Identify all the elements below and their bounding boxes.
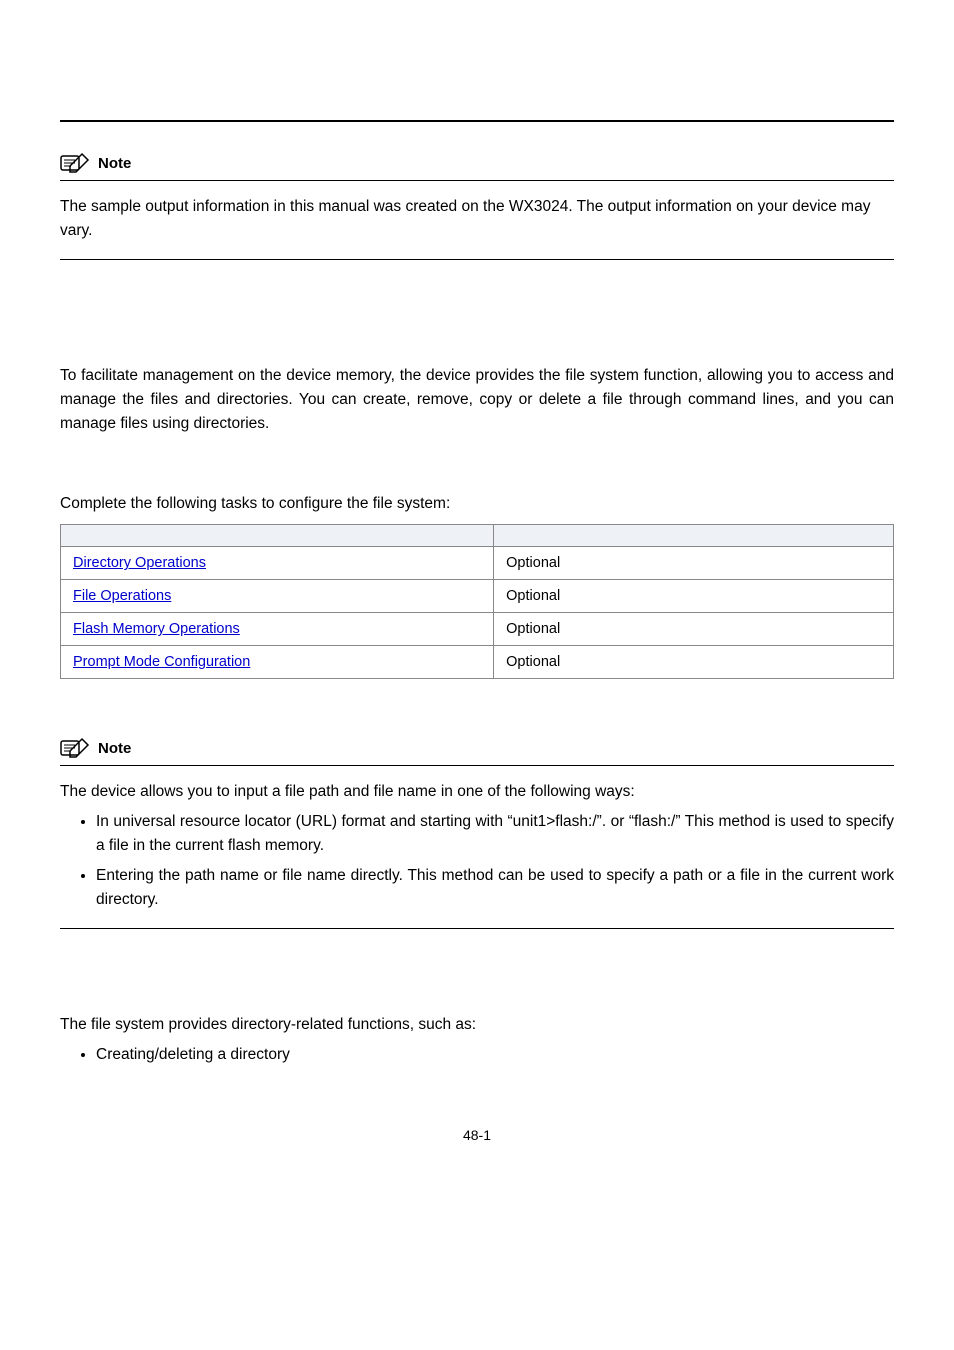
link-file-operations[interactable]: File Operations [73,588,171,604]
note-separator [60,765,894,766]
page-number: 48-1 [60,1127,894,1143]
note-list: In universal resource locator (URL) form… [60,810,894,912]
note-pencil-icon [60,737,90,759]
top-rule [60,120,894,122]
note-block-1: Note The sample output information in th… [60,152,894,260]
note-pencil-icon [60,152,90,174]
note-header: Note [60,152,894,174]
note-block-2: Note The device allows you to input a fi… [60,737,894,929]
cell-remarks: Optional [494,580,894,613]
note-header: Note [60,737,894,759]
list-item: Creating/deleting a directory [96,1043,894,1067]
table-header-task [61,525,494,547]
intro-paragraph: To facilitate management on the device m… [60,364,894,436]
list-item: In universal resource locator (URL) form… [96,810,894,858]
table-header-remarks [494,525,894,547]
tasks-table: Directory Operations Optional File Opera… [60,524,894,679]
cell-remarks: Optional [494,613,894,646]
tasks-intro: Complete the following tasks to configur… [60,492,894,516]
note-lead: The device allows you to input a file pa… [60,780,894,804]
table-row: Directory Operations Optional [61,547,894,580]
list-item: Entering the path name or file name dire… [96,864,894,912]
directory-intro: The file system provides directory-relat… [60,1013,894,1037]
table-row: Flash Memory Operations Optional [61,613,894,646]
link-directory-operations[interactable]: Directory Operations [73,555,206,571]
table-row: File Operations Optional [61,580,894,613]
table-header-row [61,525,894,547]
link-flash-memory-operations[interactable]: Flash Memory Operations [73,621,240,637]
directory-list: Creating/deleting a directory [60,1043,894,1067]
note-label: Note [98,155,131,174]
note-separator [60,180,894,181]
link-prompt-mode-configuration[interactable]: Prompt Mode Configuration [73,654,250,670]
table-row: Prompt Mode Configuration Optional [61,646,894,679]
page: Note The sample output information in th… [0,0,954,1183]
cell-remarks: Optional [494,547,894,580]
note-text: The sample output information in this ma… [60,195,894,243]
cell-remarks: Optional [494,646,894,679]
note-label: Note [98,740,131,759]
